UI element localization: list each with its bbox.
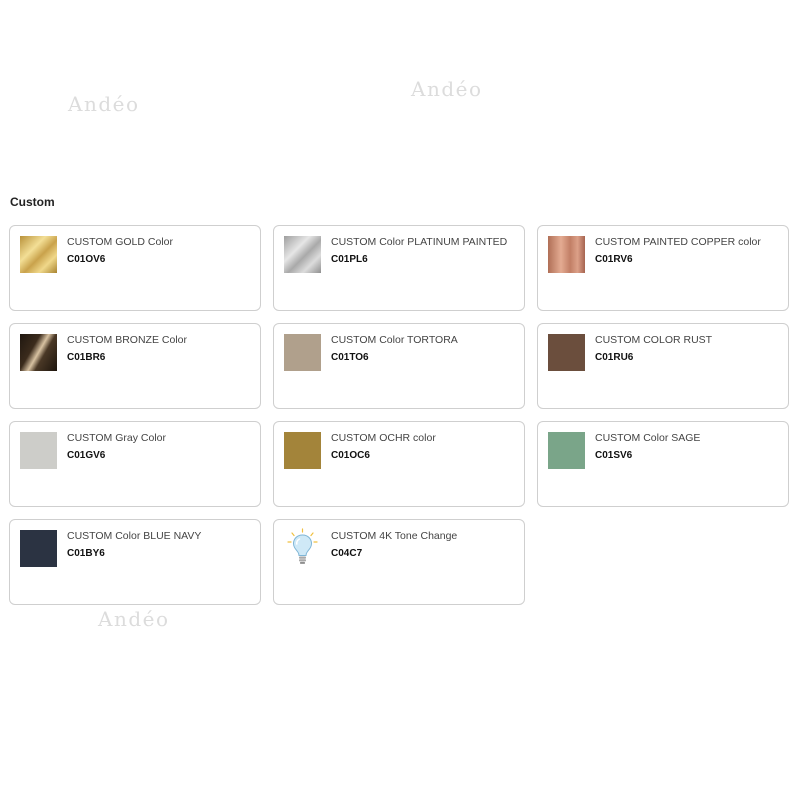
option-card-blue-navy[interactable]: CUSTOM Color BLUE NAVY C01BY6 xyxy=(9,519,261,605)
option-card-gray[interactable]: CUSTOM Gray Color C01GV6 xyxy=(9,421,261,507)
option-name: CUSTOM BRONZE Color xyxy=(67,334,187,346)
option-code: C01OC6 xyxy=(331,450,370,461)
option-name: CUSTOM Gray Color xyxy=(67,432,166,444)
sage-swatch xyxy=(548,432,585,469)
option-code: C04C7 xyxy=(331,548,363,559)
option-card-tortora[interactable]: CUSTOM Color TORTORA C01TO6 xyxy=(273,323,525,409)
option-card-ochre[interactable]: CUSTOM OCHR color C01OC6 xyxy=(273,421,525,507)
rust-swatch xyxy=(548,334,585,371)
option-code: C01SV6 xyxy=(595,450,633,461)
platinum-swatch xyxy=(284,236,321,273)
option-code: C01TO6 xyxy=(331,352,369,363)
copper-swatch xyxy=(548,236,585,273)
option-name: CUSTOM Color TORTORA xyxy=(331,334,458,346)
option-name: CUSTOM Color PLATINUM PAINTED xyxy=(331,236,508,248)
ochre-swatch xyxy=(284,432,321,469)
option-name: CUSTOM GOLD Color xyxy=(67,236,173,248)
option-card-copper[interactable]: CUSTOM PAINTED COPPER color C01RV6 xyxy=(537,225,789,311)
option-code: C01BR6 xyxy=(67,352,106,363)
andeo-watermark: Andéo xyxy=(411,77,483,101)
option-code: C01OV6 xyxy=(67,254,106,265)
option-code: C01RV6 xyxy=(595,254,633,265)
gray-swatch xyxy=(20,432,57,469)
finish-options-grid: CUSTOM GOLD Color C01OV6 CUSTOM Color PL… xyxy=(9,225,789,605)
option-card-sage[interactable]: CUSTOM Color SAGE C01SV6 xyxy=(537,421,789,507)
option-code: C01BY6 xyxy=(67,548,105,559)
option-name: CUSTOM 4K Tone Change xyxy=(331,530,458,542)
option-card-platinum[interactable]: CUSTOM Color PLATINUM PAINTED C01PL6 xyxy=(273,225,525,311)
tortora-swatch xyxy=(284,334,321,371)
andeo-watermark: Andéo xyxy=(68,92,140,116)
section-title: Custom xyxy=(10,195,55,209)
option-name: CUSTOM COLOR RUST xyxy=(595,334,713,346)
gold-swatch xyxy=(20,236,57,273)
option-card-rust[interactable]: CUSTOM COLOR RUST C01RU6 xyxy=(537,323,789,409)
option-code: C01PL6 xyxy=(331,254,368,265)
option-name: CUSTOM Color BLUE NAVY xyxy=(67,530,202,542)
option-name: CUSTOM Color SAGE xyxy=(595,432,701,444)
option-card-4k-tone[interactable]: CUSTOM 4K Tone Change C04C7 xyxy=(273,519,525,605)
option-name: CUSTOM OCHR color xyxy=(331,432,436,444)
option-code: C01GV6 xyxy=(67,450,106,461)
lightbulb-icon xyxy=(287,528,318,564)
option-card-bronze[interactable]: CUSTOM BRONZE Color C01BR6 xyxy=(9,323,261,409)
option-card-gold[interactable]: CUSTOM GOLD Color C01OV6 xyxy=(9,225,261,311)
option-code: C01RU6 xyxy=(595,352,634,363)
blue-navy-swatch xyxy=(20,530,57,567)
option-name: CUSTOM PAINTED COPPER color xyxy=(595,236,761,248)
bronze-swatch xyxy=(20,334,57,371)
andeo-watermark: Andéo xyxy=(98,607,170,631)
